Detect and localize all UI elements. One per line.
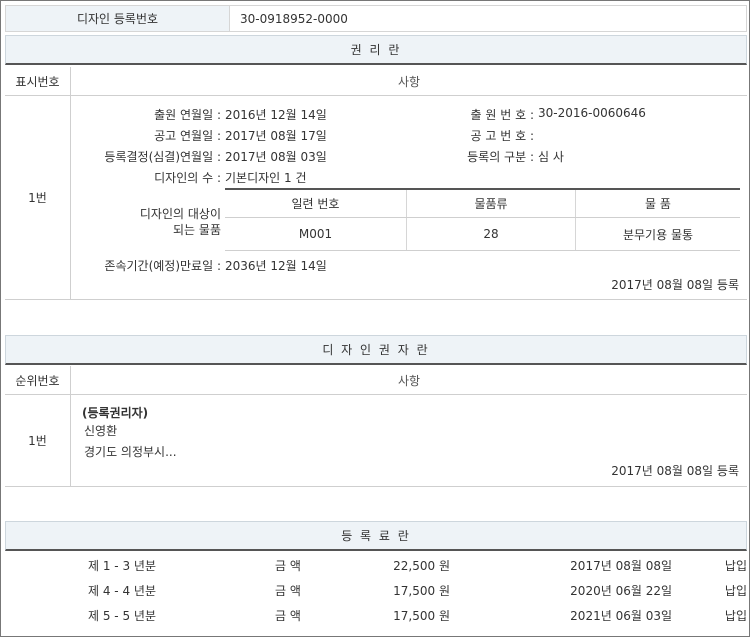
holders-row-number: 1번 bbox=[5, 395, 71, 486]
table-row: M001 28 분무기용 물통 bbox=[225, 218, 740, 250]
application-date-label: 출원 연월일 : bbox=[154, 108, 221, 122]
registration-number-label: 디자인 등록번호 bbox=[6, 6, 230, 31]
holders-col-items: 사항 bbox=[397, 373, 421, 388]
fee-paid-date: 2017년 08월 08일 bbox=[570, 559, 672, 573]
holder-name: 신영환 bbox=[84, 424, 118, 438]
object-serial-cell: M001 bbox=[225, 218, 407, 250]
holder-address: 경기도 의정부시... bbox=[84, 445, 177, 459]
fee-period: 제 4 - 4 년분 bbox=[88, 584, 156, 598]
publication-date-label: 공고 연월일 : bbox=[154, 129, 221, 143]
rights-column-header: 표시번호 사항 bbox=[5, 67, 747, 96]
registration-type-label: 등록의 구분 : bbox=[467, 150, 534, 164]
decision-date-value: 2017년 08월 03일 bbox=[225, 150, 327, 164]
application-date-value: 2016년 12월 14일 bbox=[225, 108, 327, 122]
publication-date-value: 2017년 08월 17일 bbox=[225, 129, 327, 143]
application-number-label: 출 원 번 호 : bbox=[470, 108, 534, 122]
fee-period: 제 1 - 3 년분 bbox=[88, 559, 156, 573]
registration-type-value: 심 사 bbox=[538, 150, 564, 164]
decision-date-label: 등록결정(심결)연월일 : bbox=[104, 150, 221, 164]
rights-col-items: 사항 bbox=[397, 74, 421, 89]
rights-body: 1번 출원 연월일 : 2016년 12월 14일 출 원 번 호 : 30-2… bbox=[5, 96, 747, 300]
design-object-label-1: 디자인의 대상이 bbox=[139, 207, 221, 221]
fee-amount: 22,500 원 bbox=[393, 559, 450, 573]
object-class-cell: 28 bbox=[407, 218, 576, 250]
holders-registered-date: 2017년 08월 08일 등록 bbox=[611, 464, 739, 478]
holders-body: 1번 (등록권리자) 신영환 경기도 의정부시... 2017년 08월 08일… bbox=[5, 395, 747, 487]
design-object-table-header: 일련 번호 물품류 물 품 bbox=[225, 190, 740, 218]
publication-number-label: 공 고 번 호 : bbox=[470, 129, 534, 143]
fee-amount-label: 금 액 bbox=[275, 559, 301, 573]
fees-section-header: 등 록 료 란 bbox=[5, 521, 747, 551]
fee-amount: 17,500 원 bbox=[393, 609, 450, 623]
fee-row: 제 4 - 4 년분 금 액 17,500 원 2020년 06월 22일 납입 bbox=[5, 578, 747, 602]
design-object-table: 일련 번호 물품류 물 품 M001 28 분무기용 물통 bbox=[225, 188, 740, 251]
fee-period: 제 5 - 5 년분 bbox=[88, 609, 156, 623]
registration-number-value: 30-0918952-0000 bbox=[240, 11, 348, 26]
object-article-cell: 분무기용 물통 bbox=[622, 227, 694, 242]
fee-row: 제 1 - 3 년분 금 액 22,500 원 2017년 08월 08일 납입 bbox=[5, 553, 747, 577]
object-header-class: 물품류 bbox=[407, 190, 576, 217]
fee-row: 제 5 - 5 년분 금 액 17,500 원 2021년 06월 03일 납입 bbox=[5, 603, 747, 627]
registration-number-row: 디자인 등록번호 30-0918952-0000 bbox=[5, 5, 747, 32]
object-header-article: 물 품 bbox=[645, 197, 671, 211]
fee-status: 납입 bbox=[724, 609, 747, 623]
holders-col-num: 순위번호 bbox=[5, 366, 71, 394]
holders-column-header: 순위번호 사항 bbox=[5, 366, 747, 395]
rights-col-num: 표시번호 bbox=[5, 67, 71, 95]
fee-paid-date: 2021년 06월 03일 bbox=[570, 609, 672, 623]
expiry-date-label: 존속기간(예정)만료일 : bbox=[104, 259, 221, 273]
fee-amount-label: 금 액 bbox=[275, 609, 301, 623]
holder-heading: (등록권리자) bbox=[82, 406, 149, 420]
rights-row-number: 1번 bbox=[5, 96, 71, 299]
fee-status: 납입 bbox=[724, 584, 747, 598]
rights-registered-date: 2017년 08월 08일 등록 bbox=[611, 278, 739, 292]
rights-section-header: 권 리 란 bbox=[5, 35, 747, 65]
fee-status: 납입 bbox=[724, 559, 747, 573]
object-header-serial: 일련 번호 bbox=[225, 190, 407, 217]
holders-section-header: 디 자 인 권 자 란 bbox=[5, 335, 747, 365]
design-object-label-2: 되는 물품 bbox=[173, 223, 221, 237]
fee-amount-label: 금 액 bbox=[275, 584, 301, 598]
fee-paid-date: 2020년 06월 22일 bbox=[570, 584, 672, 598]
fee-amount: 17,500 원 bbox=[393, 584, 450, 598]
application-number-value: 30-2016-0060646 bbox=[538, 106, 646, 120]
design-count-label: 디자인의 수 : bbox=[154, 171, 221, 185]
design-count-value: 기본디자인 1 건 bbox=[225, 171, 307, 185]
design-registry-page: 디자인 등록번호 30-0918952-0000 권 리 란 표시번호 사항 1… bbox=[0, 0, 750, 637]
expiry-date-value: 2036년 12월 14일 bbox=[225, 259, 327, 273]
